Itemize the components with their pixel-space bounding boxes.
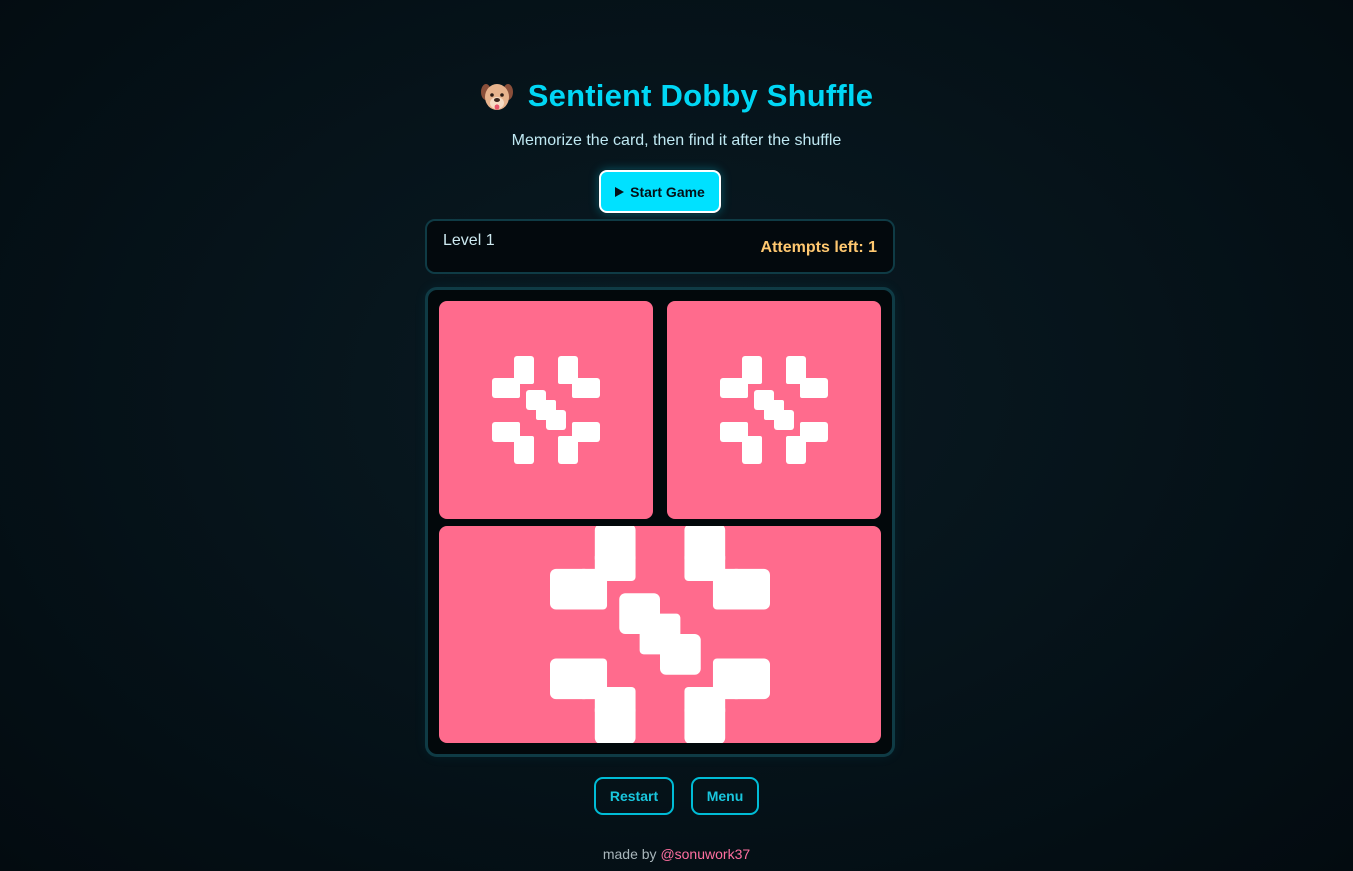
menu-button[interactable]: Menu xyxy=(691,777,759,815)
sentient-logo-icon xyxy=(492,356,600,464)
game-board xyxy=(425,287,895,757)
title-row: Sentient Dobby Shuffle xyxy=(0,78,1353,114)
start-game-button[interactable]: Start Game xyxy=(599,170,721,213)
start-game-label: Start Game xyxy=(630,183,705,200)
page-subtitle: Memorize the card, then find it after th… xyxy=(511,132,842,149)
footer: made by @sonuwork37 xyxy=(0,846,1353,862)
sentient-logo-icon xyxy=(720,356,828,464)
status-bar: Level 1 Attempts left: 1 xyxy=(425,219,895,274)
dog-face-icon xyxy=(480,84,513,110)
card-1[interactable] xyxy=(439,301,653,519)
author-link[interactable]: @sonuwork37 xyxy=(660,846,750,862)
level-indicator: Level 1 xyxy=(443,232,495,249)
sentient-logo-icon xyxy=(550,526,770,743)
page-title: Sentient Dobby Shuffle xyxy=(527,78,874,113)
card-2[interactable] xyxy=(667,301,881,519)
play-icon xyxy=(615,186,625,197)
footer-prefix: made by xyxy=(602,846,657,862)
restart-button[interactable]: Restart xyxy=(594,777,674,815)
attempts-left: Attempts left: 1 xyxy=(760,239,877,256)
bottom-actions: Restart Menu xyxy=(0,777,1353,815)
card-3[interactable] xyxy=(439,526,881,743)
